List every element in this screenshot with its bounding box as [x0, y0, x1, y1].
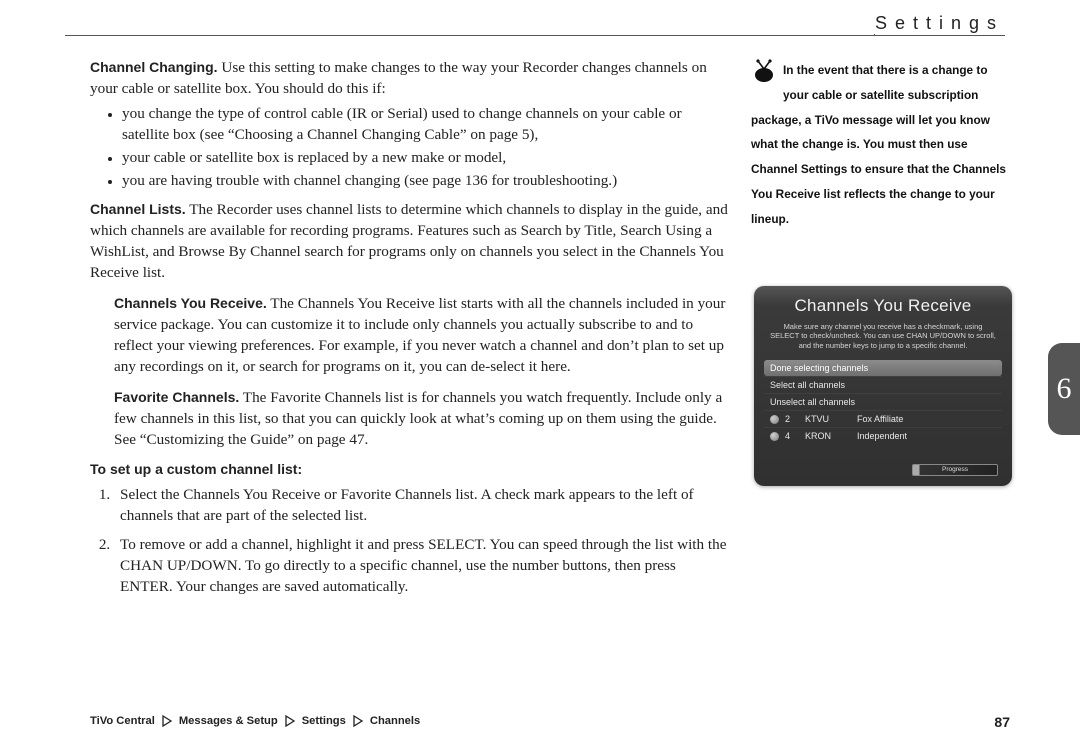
sidebar-note-text: In the event that there is a change to y…	[751, 63, 1006, 226]
channel-number: 2	[785, 414, 799, 424]
screenshot-row-unselect-all: Unselect all channels	[764, 393, 1002, 410]
breadcrumb-item: Settings	[302, 715, 346, 727]
channel-affiliate: Independent	[857, 431, 996, 441]
channel-callsign: KRON	[805, 431, 851, 441]
channel-changing-heading: Channel Changing.	[90, 59, 218, 75]
custom-list-steps: Select the Channels You Receive or Favor…	[90, 485, 730, 598]
bullet-item: you change the type of control cable (IR…	[122, 104, 730, 146]
step-item: To remove or add a channel, highlight it…	[114, 535, 730, 598]
breadcrumb-arrow-icon	[284, 715, 296, 727]
step-item: Select the Channels You Receive or Favor…	[114, 485, 730, 527]
tivo-icon	[751, 59, 777, 83]
main-content: Channel Changing. Use this setting to ma…	[90, 58, 730, 606]
breadcrumb: TiVo Central Messages & Setup Settings C…	[90, 715, 420, 727]
screenshot-progress-bar: Progress	[912, 464, 998, 476]
channels-you-receive-screenshot: Channels You Receive Make sure any chann…	[754, 286, 1012, 486]
screenshot-row-select-all: Select all channels	[764, 376, 1002, 393]
header-rule	[65, 35, 1005, 36]
bullet-item: your cable or satellite box is replaced …	[122, 148, 730, 169]
channel-changing-bullets: you change the type of control cable (IR…	[90, 104, 730, 192]
screenshot-channel-row: 4 KRON Independent	[764, 427, 1002, 444]
breadcrumb-arrow-icon	[352, 715, 364, 727]
favorite-channels-heading: Favorite Channels.	[114, 389, 239, 405]
page-number: 87	[994, 714, 1010, 730]
chapter-number: 6	[1057, 372, 1072, 406]
checkmark-icon	[770, 415, 779, 424]
channels-you-receive-heading: Channels You Receive.	[114, 295, 267, 311]
checkmark-icon	[770, 432, 779, 441]
breadcrumb-item: Messages & Setup	[179, 715, 278, 727]
channel-lists-heading: Channel Lists.	[90, 201, 186, 217]
section-title: Settings	[869, 13, 1010, 34]
bullet-item: you are having trouble with channel chan…	[122, 171, 730, 192]
channel-number: 4	[785, 431, 799, 441]
screenshot-subtitle: Make sure any channel you receive has a …	[754, 320, 1012, 356]
sidebar-note: In the event that there is a change to y…	[751, 58, 1007, 231]
custom-list-heading: To set up a custom channel list:	[90, 461, 302, 477]
chapter-tab: 6	[1048, 343, 1080, 435]
breadcrumb-item: TiVo Central	[90, 715, 155, 727]
channel-affiliate: Fox Affiliate	[857, 414, 996, 424]
screenshot-channel-row: 2 KTVU Fox Affiliate	[764, 410, 1002, 427]
screenshot-list: Done selecting channels Select all chann…	[764, 360, 1002, 444]
screenshot-row-done: Done selecting channels	[764, 360, 1002, 376]
channel-callsign: KTVU	[805, 414, 851, 424]
screenshot-title: Channels You Receive	[754, 286, 1012, 320]
channel-lists-body: The Recorder uses channel lists to deter…	[90, 201, 728, 281]
breadcrumb-arrow-icon	[161, 715, 173, 727]
breadcrumb-item: Channels	[370, 715, 420, 727]
